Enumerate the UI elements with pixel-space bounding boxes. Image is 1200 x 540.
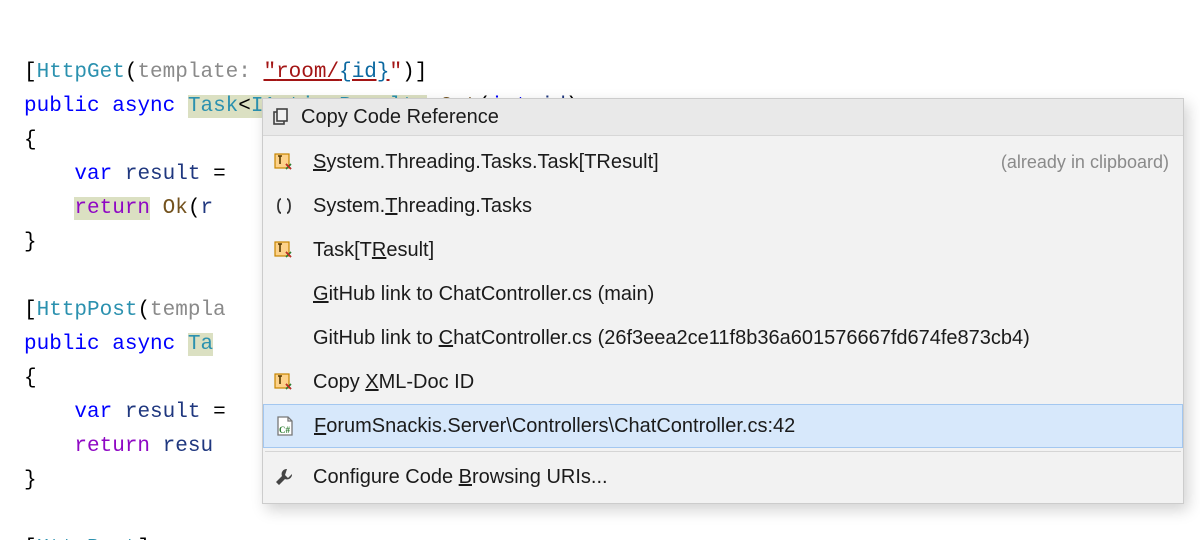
attr-httpget: HttpGet (37, 61, 125, 84)
menu-item-label: Task[TResult] (313, 238, 1169, 262)
kw-var: var (74, 163, 112, 186)
menu-item[interactable]: Copy XML-Doc ID (263, 360, 1183, 404)
menu-item[interactable]: Configure Code Browsing URIs... (263, 455, 1183, 499)
menu-item[interactable]: Task[TResult] (263, 228, 1183, 272)
arg-r: r (200, 197, 213, 220)
brace: { (24, 367, 37, 390)
string-quote-close: " (390, 61, 403, 84)
var-result: result (125, 163, 201, 186)
cs-icon: C# (270, 415, 314, 437)
eq: = (200, 401, 225, 424)
task-icon (269, 239, 313, 261)
context-menu-title: Copy Code Reference (301, 105, 499, 129)
type-task: Ta (188, 333, 213, 356)
menu-item-label: GitHub link to ChatController.cs (26f3ee… (313, 326, 1169, 350)
string-route-param: {id} (339, 61, 389, 84)
menu-item-label: System.Threading.Tasks.Task[TResult] (313, 150, 1001, 174)
kw-public: public (24, 333, 100, 356)
menu-item-label: System.Threading.Tasks (313, 194, 1169, 218)
brace: } (24, 469, 37, 492)
brace: } (24, 231, 37, 254)
kw-async: async (112, 95, 175, 118)
menu-item-hint: (already in clipboard) (1001, 150, 1169, 174)
kw-public: public (24, 95, 100, 118)
var-resu: resu (163, 435, 213, 458)
string-quote: " (263, 61, 276, 84)
menu-item[interactable]: System.Threading.Tasks (263, 184, 1183, 228)
context-menu-header: Copy Code Reference (263, 99, 1183, 136)
task-icon (269, 371, 313, 393)
kw-var: var (74, 401, 112, 424)
task-icon (269, 151, 313, 173)
var-result: result (125, 401, 201, 424)
brace: { (24, 129, 37, 152)
attr-httppost: HttpPost (37, 299, 138, 322)
menu-item[interactable]: System.Threading.Tasks.Task[TResult](alr… (263, 140, 1183, 184)
paren: ( (188, 197, 201, 220)
param-hint: templa (150, 299, 226, 322)
paren: ( (137, 299, 150, 322)
menu-item-label: ForumSnackis.Server\Controllers\ChatCont… (314, 414, 1168, 438)
bracket: [ (24, 61, 37, 84)
space (251, 61, 264, 84)
eq: = (200, 163, 225, 186)
menu-item-label: Copy XML-Doc ID (313, 370, 1169, 394)
menu-separator (265, 451, 1181, 452)
lt: < (238, 95, 251, 118)
method-ok: Ok (163, 197, 188, 220)
close-attr: )] (402, 61, 427, 84)
menu-item[interactable]: GitHub link to ChatController.cs (main) (263, 272, 1183, 316)
ns-icon (269, 195, 313, 217)
string-room: room/ (276, 61, 339, 84)
bracket: [ (24, 299, 37, 322)
kw-return: return (74, 197, 150, 220)
menu-item-label: GitHub link to ChatController.cs (main) (313, 282, 1169, 306)
menu-item[interactable]: C# ForumSnackis.Server\Controllers\ChatCo… (263, 404, 1183, 448)
context-menu-items: System.Threading.Tasks.Task[TResult](alr… (263, 136, 1183, 503)
param-hint: template: (137, 61, 250, 84)
wrench-icon (269, 466, 313, 488)
type-task[interactable]: Task (188, 95, 238, 118)
copy-icon (269, 105, 293, 129)
svg-text:C#: C# (279, 425, 290, 435)
context-menu: Copy Code Reference System.Threading.Tas… (262, 98, 1184, 504)
kw-return: return (74, 435, 150, 458)
paren: ( (125, 61, 138, 84)
menu-item-label: Configure Code Browsing URIs... (313, 465, 1169, 489)
menu-item[interactable]: GitHub link to ChatController.cs (26f3ee… (263, 316, 1183, 360)
kw-async: async (112, 333, 175, 356)
